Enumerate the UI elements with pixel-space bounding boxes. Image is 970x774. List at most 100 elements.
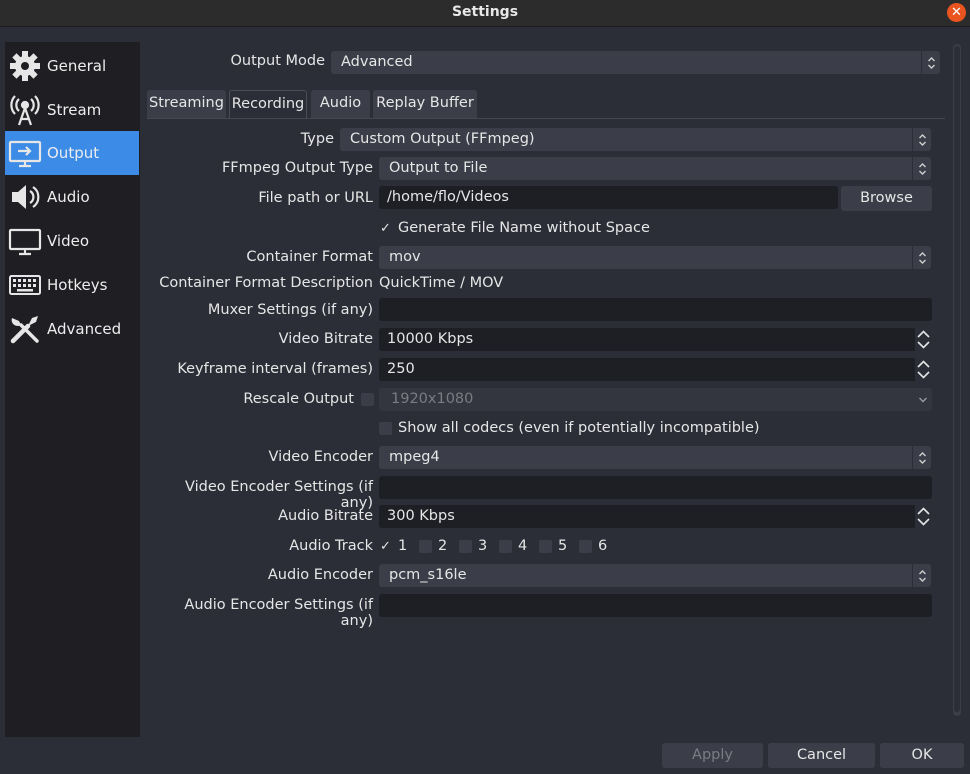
spin-arrows-icon[interactable] [915,358,932,381]
audio-track-6-checkbox[interactable] [579,540,592,553]
updown-chevron-icon [921,51,940,74]
generate-filename-checkbox[interactable]: ✓ [379,222,392,235]
sidebar-item-label: Video [47,232,90,250]
sidebar-item-label: Stream [47,101,102,119]
chevron-down-icon [913,388,932,411]
monitor-output-icon [7,135,43,171]
keyframe-interval-label: Keyframe interval (frames) [177,361,373,377]
generate-filename-label: Generate File Name without Space [398,220,650,236]
audio-track-2-checkbox[interactable] [419,540,432,553]
audio-track-5-label: 5 [558,538,568,554]
sidebar-item-hotkeys[interactable]: Hotkeys [5,263,139,307]
sidebar-item-label: Hotkeys [47,276,108,294]
sidebar-item-general[interactable]: General [5,44,139,88]
sidebar-item-label: General [47,57,107,75]
keyframe-interval-value: 250 [387,361,415,377]
keyframe-interval-spinbox[interactable]: 250 [379,358,932,381]
muxer-settings-label: Muxer Settings (if any) [207,302,373,318]
ffmpeg-output-type-label: FFmpeg Output Type [221,160,373,176]
sidebar-item-stream[interactable]: Stream [5,88,139,132]
speaker-icon [7,179,43,215]
type-select[interactable]: Custom Output (FFmpeg) [340,128,931,151]
video-encoder-label: Video Encoder [268,449,373,465]
type-value: Custom Output (FFmpeg) [350,131,535,147]
audio-encoder-settings-label: Audio Encoder Settings (if any) [184,597,373,629]
tab-recording[interactable]: Recording [229,90,307,118]
cancel-button[interactable]: Cancel [768,743,875,768]
updown-chevron-icon [912,128,931,151]
audio-track-3-label: 3 [478,538,488,554]
muxer-settings-input[interactable] [379,298,932,321]
browse-button[interactable]: Browse [841,186,932,211]
sidebar-item-output[interactable]: Output [5,131,139,175]
tab-replay-buffer[interactable]: Replay Buffer [373,90,477,118]
video-encoder-settings-input[interactable] [379,476,932,499]
sidebar-item-audio[interactable]: Audio [5,175,139,219]
broadcast-icon [7,92,43,128]
audio-track-label: Audio Track [289,538,373,554]
audio-track-1-label: 1 [398,538,408,554]
monitor-icon [7,223,43,259]
rescale-output-checkbox[interactable] [361,393,374,406]
vertical-scrollbar[interactable] [953,44,961,716]
file-path-input[interactable]: /home/flo/Videos [379,186,838,209]
updown-chevron-icon [912,157,931,180]
output-mode-value: Advanced [341,54,413,70]
audio-track-1-checkbox[interactable]: ✓ [379,540,392,553]
ffmpeg-output-type-select[interactable]: Output to File [379,157,931,180]
audio-bitrate-spinbox[interactable]: 300 Kbps [379,505,932,528]
audio-encoder-settings-input[interactable] [379,594,932,617]
video-encoder-value: mpeg4 [389,449,440,465]
close-icon[interactable]: ✕ [947,3,966,22]
sidebar-item-label: Output [47,144,100,162]
container-format-value: mov [389,249,421,265]
audio-encoder-label: Audio Encoder [267,567,373,583]
sidebar-item-advanced[interactable]: Advanced [5,307,139,351]
sidebar-item-video[interactable]: Video [5,219,139,263]
rescale-output-select: 1920x1080 [379,388,932,411]
window-title: Settings [451,4,519,20]
video-bitrate-value: 10000 Kbps [387,331,474,347]
title-bar: Settings ✕ [0,0,970,27]
sidebar-item-label: Audio [47,188,90,206]
sidebar: General Stream Output Audio Video Hotkey… [5,42,140,737]
show-all-codecs-checkbox[interactable] [379,422,392,435]
updown-chevron-icon [912,564,931,587]
apply-button[interactable]: Apply [662,743,763,768]
rescale-output-value: 1920x1080 [391,391,474,407]
video-encoder-settings-label: Video Encoder Settings (if any) [185,479,373,511]
container-desc-value: QuickTime / MOV [379,275,504,291]
audio-encoder-value: pcm_s16le [389,567,467,583]
audio-encoder-select[interactable]: pcm_s16le [379,564,931,587]
scrollbar-thumb[interactable] [954,46,960,712]
output-mode-label: Output Mode [230,53,325,69]
file-path-label: File path or URL [258,190,373,206]
type-label: Type [300,131,334,147]
ok-button[interactable]: OK [880,743,964,768]
audio-track-4-label: 4 [518,538,528,554]
video-bitrate-label: Video Bitrate [278,331,373,347]
updown-chevron-icon [912,246,931,269]
spin-arrows-icon[interactable] [915,505,932,528]
tab-streaming[interactable]: Streaming [147,90,226,118]
gear-icon [7,48,43,84]
container-desc-label: Container Format Description [159,275,373,291]
tools-icon [7,311,43,347]
audio-bitrate-value: 300 Kbps [387,508,455,524]
sidebar-item-label: Advanced [47,320,122,338]
audio-track-5-checkbox[interactable] [539,540,552,553]
keyboard-icon [7,267,43,303]
show-all-codecs-label: Show all codecs (even if potentially inc… [398,420,760,436]
spin-arrows-icon[interactable] [915,328,932,351]
audio-track-6-label: 6 [598,538,608,554]
container-format-label: Container Format [246,249,373,265]
audio-track-3-checkbox[interactable] [459,540,472,553]
ffmpeg-output-type-value: Output to File [389,160,488,176]
container-format-select[interactable]: mov [379,246,931,269]
video-bitrate-spinbox[interactable]: 10000 Kbps [379,328,932,351]
video-encoder-select[interactable]: mpeg4 [379,446,931,469]
audio-track-4-checkbox[interactable] [499,540,512,553]
audio-bitrate-label: Audio Bitrate [278,508,373,524]
output-mode-select[interactable]: Advanced [331,51,940,74]
tab-audio[interactable]: Audio [311,90,370,118]
